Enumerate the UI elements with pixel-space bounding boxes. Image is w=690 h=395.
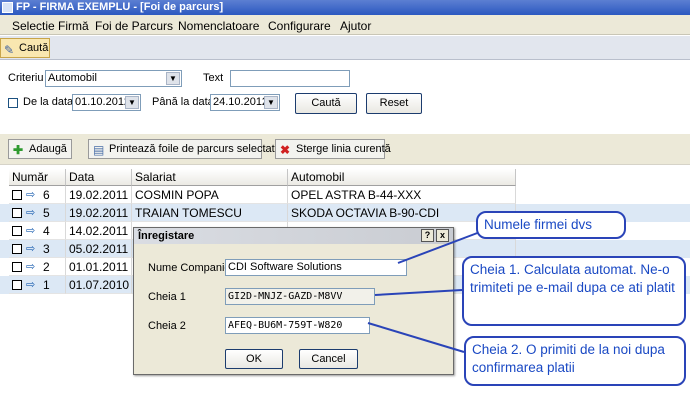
delete-row-button[interactable]: ✖ Sterge linia curentă bbox=[275, 139, 391, 159]
row-number: 6 bbox=[43, 188, 50, 202]
key1-field[interactable]: GI2D-MNJZ-GAZD-M8VV bbox=[225, 288, 375, 305]
menu-ajutor[interactable]: Ajutor bbox=[340, 19, 371, 33]
col-salariat-header[interactable]: Salariat bbox=[132, 169, 288, 186]
to-date-label: Până la data bbox=[152, 96, 214, 108]
to-date-picker[interactable]: 24.10.2012 ▼ bbox=[210, 94, 280, 111]
text-label: Text bbox=[203, 72, 224, 84]
key2-value: AFEQ-BU6M-759T-W820 bbox=[228, 320, 343, 331]
toolbar-search-button[interactable]: ✎ Caută bbox=[0, 38, 50, 58]
menu-nomenclatoare[interactable]: Nomenclatoare bbox=[178, 19, 259, 33]
automobil-cell: OPEL ASTRA B-44-XXX bbox=[288, 186, 516, 204]
arrow-right-icon: ⇨ bbox=[26, 207, 36, 219]
menu-foi-de-parcurs[interactable]: Foi de Parcurs bbox=[95, 19, 173, 33]
close-icon[interactable]: x bbox=[436, 229, 449, 242]
numar-cell: ⇨ 2 bbox=[9, 258, 66, 276]
dialog-titlebar: Înregistare ? x bbox=[134, 228, 453, 244]
salariat-cell: TRAIAN TOMESCU bbox=[132, 204, 288, 222]
printer-icon: ▤ bbox=[93, 143, 105, 157]
callout-company: Numele firmei dvs bbox=[476, 211, 626, 239]
numar-cell: ⇨ 6 bbox=[9, 186, 66, 204]
row-number: 3 bbox=[43, 242, 50, 256]
key1-label: Cheia 1 bbox=[148, 291, 186, 303]
menu-configurare[interactable]: Configurare bbox=[268, 19, 331, 33]
grid-header: Număr Data Salariat Automobil bbox=[0, 169, 690, 186]
company-label: Nume Companie bbox=[148, 262, 231, 274]
ok-button[interactable]: OK bbox=[225, 349, 283, 369]
date-filter-checkbox[interactable] bbox=[8, 98, 18, 108]
chevron-down-icon[interactable]: ▼ bbox=[264, 96, 278, 109]
data-cell: 19.02.2011 bbox=[66, 186, 132, 204]
data-cell: 01.07.2010 bbox=[66, 276, 132, 294]
row-number: 1 bbox=[43, 278, 50, 292]
data-cell: 14.02.2011 bbox=[66, 222, 132, 240]
arrow-right-icon: ⇨ bbox=[26, 261, 36, 273]
print-button-label: Printează foile de parcurs selectate bbox=[109, 143, 281, 155]
col-data-header[interactable]: Data bbox=[66, 169, 132, 186]
row-select-checkbox[interactable] bbox=[12, 262, 22, 272]
salariat-cell: COSMIN POPA bbox=[132, 186, 288, 204]
row-number: 5 bbox=[43, 206, 50, 220]
arrow-right-icon: ⇨ bbox=[26, 225, 36, 237]
add-button-label: Adaugă bbox=[29, 143, 67, 155]
print-selected-button[interactable]: ▤ Printează foile de parcurs selectate bbox=[88, 139, 281, 159]
callout-key2: Cheia 2. O primiti de la noi dupa confir… bbox=[464, 336, 686, 386]
window-title: FP - FIRMA EXEMPLU - [Foi de parcurs] bbox=[16, 1, 224, 13]
chevron-down-icon[interactable]: ▼ bbox=[166, 72, 180, 85]
callout-key1: Cheia 1. Calculata automat. Ne-o trimite… bbox=[462, 256, 686, 326]
from-date-picker[interactable]: 01.10.2012 ▼ bbox=[72, 94, 141, 111]
criteriu-label: Criteriu bbox=[8, 72, 44, 84]
action-bar: ✚ Adaugă ▤ Printează foile de parcurs se… bbox=[0, 134, 690, 164]
key2-label: Cheia 2 bbox=[148, 320, 186, 332]
numar-cell: ⇨ 3 bbox=[9, 240, 66, 258]
row-select-checkbox[interactable] bbox=[12, 208, 22, 218]
numar-cell: ⇨ 4 bbox=[9, 222, 66, 240]
row-select-checkbox[interactable] bbox=[12, 244, 22, 254]
search-icon: ✎ bbox=[4, 43, 15, 57]
search-button[interactable]: Caută bbox=[295, 93, 357, 114]
arrow-right-icon: ⇨ bbox=[26, 189, 36, 201]
menu-selectie-firma[interactable]: Selectie Firmă bbox=[12, 19, 89, 33]
arrow-right-icon: ⇨ bbox=[26, 279, 36, 291]
row-number: 4 bbox=[43, 224, 50, 238]
data-cell: 19.02.2011 bbox=[66, 204, 132, 222]
from-date-value: 01.10.2012 bbox=[75, 96, 131, 108]
toolbar: ✎ Caută bbox=[0, 36, 690, 60]
criteriu-value: Automobil bbox=[48, 72, 97, 84]
numar-cell: ⇨ 1 bbox=[9, 276, 66, 294]
row-select-checkbox[interactable] bbox=[12, 280, 22, 290]
chevron-down-icon[interactable]: ▼ bbox=[125, 96, 139, 109]
criteriu-select[interactable]: Automobil ▼ bbox=[45, 70, 182, 87]
toolbar-search-label: Caută bbox=[19, 42, 49, 54]
key1-value: GI2D-MNJZ-GAZD-M8VV bbox=[228, 291, 343, 302]
cancel-button[interactable]: Cancel bbox=[299, 349, 358, 369]
from-date-label: De la data bbox=[23, 96, 74, 108]
menubar: Selectie Firmă Foi de Parcurs Nomenclato… bbox=[0, 15, 690, 35]
add-button[interactable]: ✚ Adaugă bbox=[8, 139, 72, 159]
window-titlebar: FP - FIRMA EXEMPLU - [Foi de parcurs] bbox=[0, 0, 690, 15]
data-cell: 01.01.2011 bbox=[66, 258, 132, 276]
filter-panel: Criteriu Automobil ▼ Text De la data 01.… bbox=[0, 61, 690, 134]
plus-icon: ✚ bbox=[13, 143, 24, 157]
col-numar-header[interactable]: Număr bbox=[9, 169, 66, 186]
data-cell: 05.02.2011 bbox=[66, 240, 132, 258]
col-automobil-header[interactable]: Automobil bbox=[288, 169, 516, 186]
delete-button-label: Sterge linia curentă bbox=[296, 143, 391, 155]
app-icon bbox=[2, 2, 13, 13]
reset-button[interactable]: Reset bbox=[366, 93, 422, 114]
numar-cell: ⇨ 5 bbox=[9, 204, 66, 222]
text-input[interactable] bbox=[230, 70, 350, 87]
key2-field[interactable]: AFEQ-BU6M-759T-W820 bbox=[225, 317, 370, 334]
registration-dialog: Înregistare ? x Nume Companie CDI Softwa… bbox=[133, 227, 454, 375]
arrow-right-icon: ⇨ bbox=[26, 243, 36, 255]
company-field[interactable]: CDI Software Solutions bbox=[225, 259, 407, 276]
table-row[interactable]: ⇨ 6 19.02.2011 COSMIN POPA OPEL ASTRA B-44-X… bbox=[0, 186, 690, 204]
row-number: 2 bbox=[43, 260, 50, 274]
x-icon: ✖ bbox=[280, 143, 291, 157]
dialog-title: Înregistare bbox=[138, 230, 195, 242]
company-value: CDI Software Solutions bbox=[228, 261, 342, 273]
row-select-checkbox[interactable] bbox=[12, 190, 22, 200]
row-select-checkbox[interactable] bbox=[12, 226, 22, 236]
to-date-value: 24.10.2012 bbox=[213, 96, 269, 108]
help-icon[interactable]: ? bbox=[421, 229, 434, 242]
